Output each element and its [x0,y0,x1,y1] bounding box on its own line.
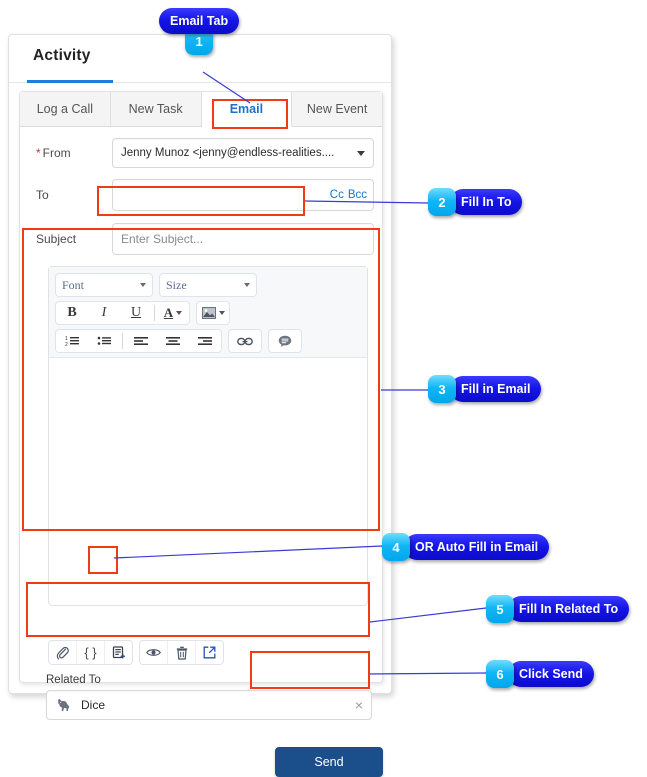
image-icon[interactable] [197,302,229,324]
chevron-down-icon [218,311,225,315]
to-row: To Cc Bcc [36,178,376,212]
font-color-icon[interactable]: A [157,302,189,324]
editor-toolbar-row-1: Font Size [55,273,361,297]
chevron-down-icon [244,283,250,287]
chevron-down-icon [140,283,146,287]
active-section-underline [27,80,113,83]
required-marker: * [36,146,41,160]
align-left-icon[interactable] [125,330,157,352]
callout-3-badge: 3 [428,375,456,403]
bulleted-list-icon[interactable] [88,330,120,352]
underline-icon[interactable]: U [120,302,152,324]
external-link-icon[interactable] [196,641,223,664]
link-icon[interactable] [229,330,261,352]
callout-6: 6 Click Send [486,660,594,688]
from-label: * From [36,146,112,160]
callout-4-label: OR Auto Fill in Email [404,534,550,560]
from-selected-value: Jenny Munoz <jenny@endless-realities.... [121,147,335,159]
callout-4: 4 OR Auto Fill in Email [382,533,550,561]
braces-icon[interactable]: { } [77,641,105,664]
chevron-down-icon [357,150,365,156]
email-body-input[interactable] [49,358,367,593]
template-add-icon[interactable] [105,641,132,664]
cc-link[interactable]: Cc [330,189,344,201]
bold-icon[interactable]: B [56,302,88,324]
email-body-editor: Font Size B I U A 1 2 [48,266,368,606]
tab-new-event[interactable]: New Event [292,92,382,126]
from-label-text: From [42,146,71,160]
align-center-icon[interactable] [157,330,189,352]
toolbar-divider [154,305,155,321]
callout-2-label: Fill In To [450,189,523,215]
callout-2: 2 Fill In To [428,188,523,216]
bcc-link[interactable]: Bcc [348,189,367,201]
to-label: To [36,188,49,202]
editor-toolbar-row-2: B I U A [55,301,361,325]
callout-5-label: Fill In Related To [508,596,630,622]
related-to-section: Related To Dice × [46,674,382,720]
ordered-list-icon[interactable]: 1 2 [56,330,88,352]
callout-4-badge: 4 [382,533,410,561]
to-input[interactable] [113,180,318,210]
callout-6-label: Click Send [508,661,594,687]
align-right-icon[interactable] [189,330,221,352]
insert-link-group [228,329,262,353]
insert-actions-group: { } [48,640,133,665]
tab-new-task[interactable]: New Task [110,92,202,126]
to-field-wrapper: Cc Bcc [112,179,374,211]
callout-3-label: Fill in Email [450,376,542,402]
text-format-group: B I U A [55,301,190,325]
page-title: Activity [33,47,91,64]
from-select[interactable]: Jenny Munoz <jenny@endless-realities.... [112,138,374,168]
italic-icon[interactable]: I [88,302,120,324]
font-family-label: Font [62,277,85,292]
callout-6-badge: 6 [486,660,514,688]
insert-image-group [196,301,230,325]
related-to-value: Dice [81,698,106,712]
subject-input[interactable] [112,223,374,255]
callout-1-label: Email Tab [159,8,240,34]
tab-log-a-call[interactable]: Log a Call [20,92,111,126]
callout-3: 3 Fill in Email [428,375,542,403]
paperclip-icon[interactable] [49,641,77,664]
composer-action-toolbar: { } [48,640,230,665]
activity-card: Activity Log a Call New Task Email New E… [8,34,392,777]
from-row: * From Jenny Munoz <jenny@endless-realiti… [36,137,376,169]
callout-5: 5 Fill In Related To [486,595,630,623]
eye-icon[interactable] [140,641,168,664]
font-size-label: Size [166,277,187,292]
font-size-select[interactable]: Size [159,273,257,297]
speech-bubble-icon[interactable] [269,330,301,352]
quote-group [268,329,302,353]
toolbar-divider [122,333,123,349]
font-family-select[interactable]: Font [55,273,153,297]
trash-icon[interactable] [168,641,196,664]
related-to-field[interactable]: Dice × [46,690,372,720]
editor-toolbar-row-3: 1 2 [55,329,361,353]
callout-2-badge: 2 [428,188,456,216]
tab-email[interactable]: Email [201,92,293,127]
composer-tabstrip: Log a Call New Task Email New Event [20,92,382,127]
draft-actions-group [139,640,224,665]
email-composer-panel: Log a Call New Task Email New Event * Fro… [19,91,383,777]
callout-5-badge: 5 [486,595,514,623]
editor-toolbar: Font Size B I U A 1 2 [49,267,367,358]
svg-text:2: 2 [65,342,68,347]
list-and-align-group: 1 2 [55,329,222,353]
subject-label: Subject [36,232,77,246]
callout-1: Email Tab 1 [159,8,240,55]
close-icon[interactable]: × [355,698,363,712]
related-to-label: Related To [46,674,101,686]
dog-record-icon [55,696,73,714]
send-button[interactable]: Send [275,747,383,777]
chevron-down-icon [176,311,183,315]
subject-row: Subject [36,222,376,256]
